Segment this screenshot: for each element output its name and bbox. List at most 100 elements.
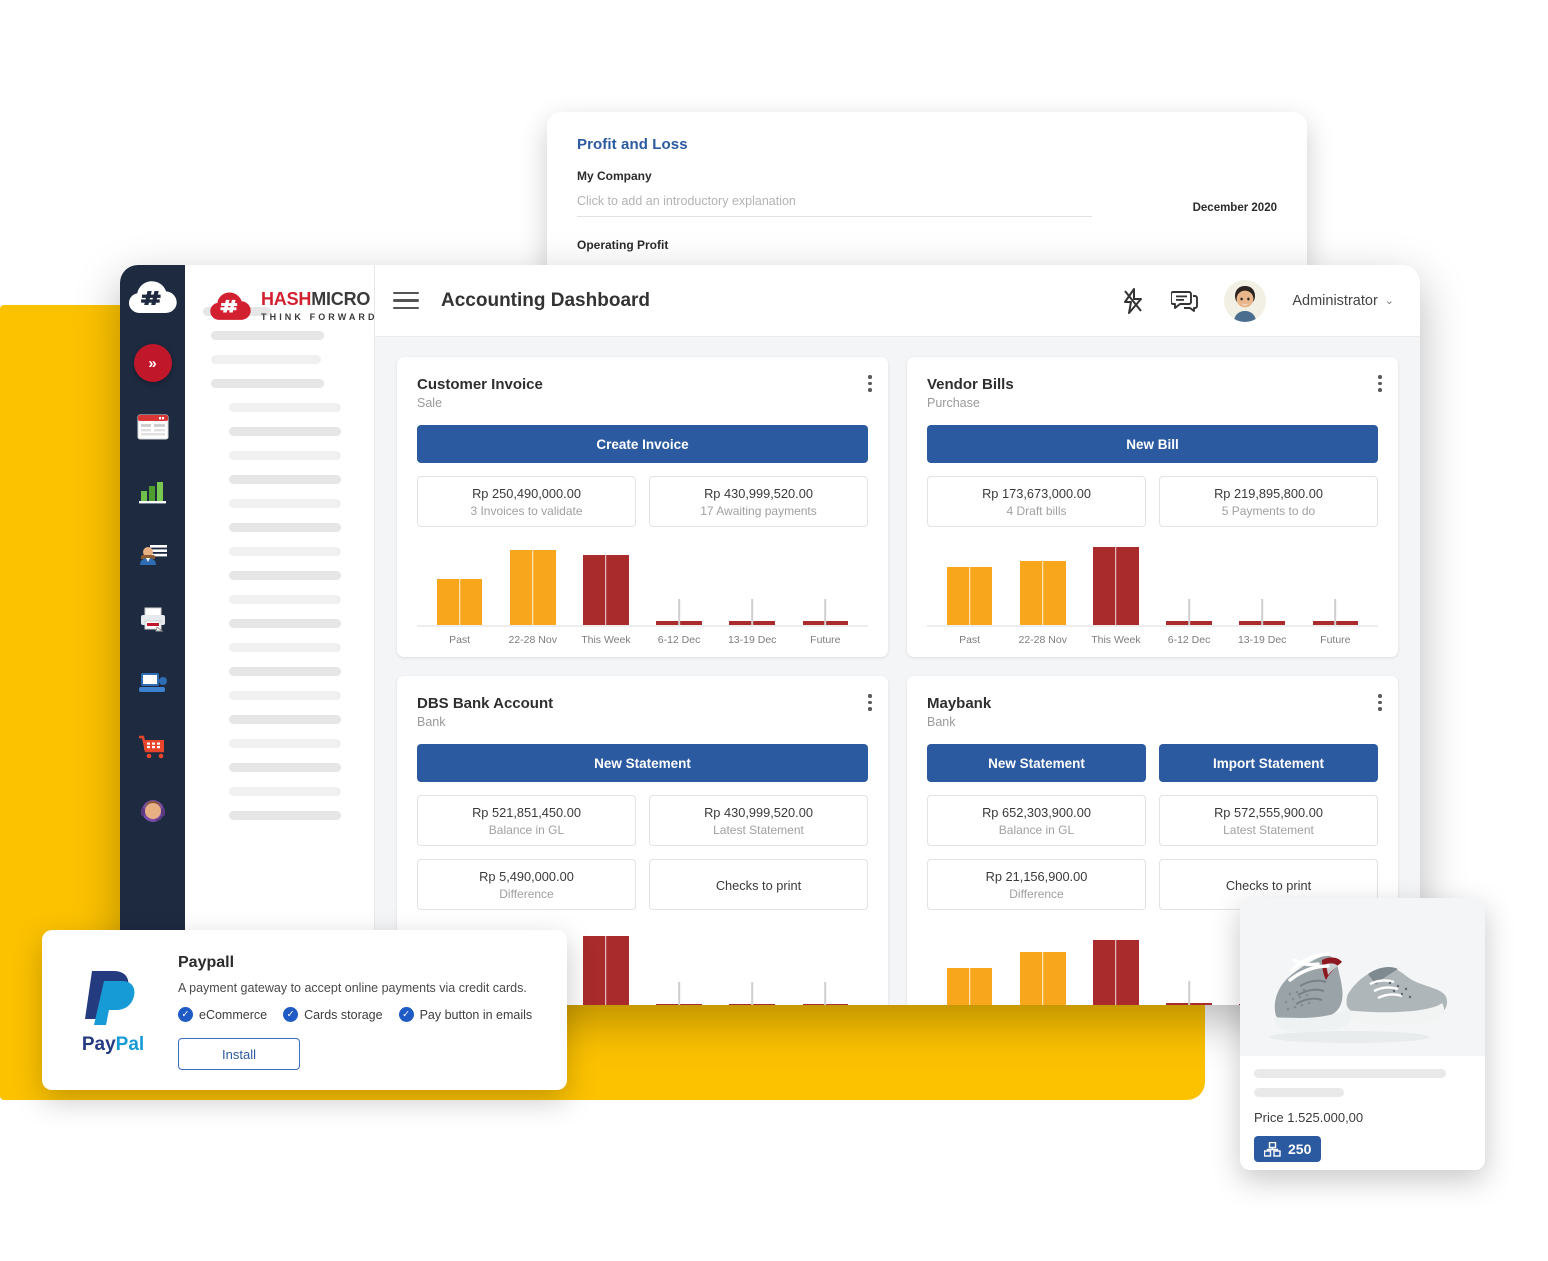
- chart-bar: [1093, 533, 1139, 625]
- stat-tile[interactable]: Rp 173,673,000.00 4 Draft bills: [927, 476, 1146, 527]
- paypal-wordmark-pal: Pal: [115, 1033, 145, 1055]
- chart-bar-slot: [792, 547, 859, 625]
- card-actions: New Bill: [927, 425, 1378, 463]
- new-statement-button[interactable]: New Statement: [927, 744, 1146, 782]
- brand-name: HASHMICRO: [261, 289, 371, 309]
- chart-bar-tick: [968, 553, 971, 625]
- chart-bar: [1166, 981, 1212, 1005]
- card-title: Maybank: [927, 695, 992, 712]
- chart-x-tick-label: 6-12 Dec: [1167, 634, 1211, 646]
- sidebar-item-news[interactable]: [133, 407, 173, 447]
- profit-loss-intro-field[interactable]: Click to add an introductory explanation: [577, 194, 1092, 217]
- card-title: DBS Bank Account: [417, 695, 554, 712]
- chart-bar-tick: [1188, 599, 1190, 625]
- sidebar-item-printer[interactable]: [133, 599, 173, 639]
- sidebar-item-contacts[interactable]: [133, 535, 173, 575]
- card-menu-icon[interactable]: [1378, 694, 1382, 711]
- expand-chevrons-icon[interactable]: »: [133, 344, 172, 382]
- chart-bar-slot: [1009, 930, 1076, 1005]
- card-menu-icon[interactable]: [868, 694, 872, 711]
- stat-tile[interactable]: Rp 250,490,000.00 3 Invoices to validate: [417, 476, 636, 527]
- chart-bar-slot: [572, 541, 639, 625]
- chart-customer-invoice: Past 22-28 Nov This Week 6-12 Dec 13-19 Dec F…: [417, 536, 868, 649]
- stat-value: Rp 430,999,520.00: [704, 486, 813, 501]
- product-meta-skeleton: [1254, 1088, 1344, 1097]
- feature-label: eCommerce: [199, 1007, 268, 1022]
- paypal-logo: PayPal: [66, 950, 160, 1070]
- chart-bar-slot: [936, 930, 1003, 1005]
- product-name-skeleton: [1254, 1069, 1446, 1078]
- skeleton-line: [229, 403, 341, 412]
- chart-bar: [656, 599, 702, 625]
- new-bill-button[interactable]: New Bill: [927, 425, 1378, 463]
- stat-label: 3 Invoices to validate: [470, 504, 583, 518]
- chart-bar-tick: [1261, 599, 1263, 625]
- stat-value: Checks to print: [1225, 877, 1312, 893]
- chart-bar: [729, 599, 776, 625]
- import-statement-button[interactable]: Import Statement: [1159, 744, 1378, 782]
- chevron-down-icon[interactable]: ⌄: [1385, 294, 1394, 307]
- stat-tile[interactable]: Rp 430,999,520.00 Latest Statement: [649, 795, 868, 846]
- skeleton-line: [211, 331, 324, 340]
- card-subtitle: Bank: [927, 715, 956, 729]
- chart-bar: [802, 982, 849, 1005]
- chart-bar-tick: [458, 565, 461, 625]
- stat-tile[interactable]: Rp 430,999,520.00 17 Awaiting payments: [649, 476, 868, 527]
- install-button[interactable]: Install: [178, 1038, 300, 1070]
- new-statement-button[interactable]: New Statement: [417, 744, 868, 782]
- stat-tile[interactable]: Rp 652,303,900.00 Balance in GL: [927, 795, 1146, 846]
- paypal-details: Paypall A payment gateway to accept onli…: [178, 950, 543, 1070]
- app-icon-rail: »: [120, 265, 185, 1005]
- sidebar-item-reports[interactable]: [133, 471, 173, 511]
- sidebar-item-sales[interactable]: [133, 727, 173, 767]
- paypal-wordmark-pay: Pay: [81, 1033, 116, 1055]
- stat-tile[interactable]: Rp 521,851,450.00 Balance in GL: [417, 795, 636, 846]
- product-card[interactable]: Price 1.525.000,00 250: [1240, 898, 1485, 1170]
- sidebar-item-pos[interactable]: [133, 663, 173, 703]
- stat-label: Difference: [1009, 887, 1064, 901]
- chat-icon[interactable]: [1171, 289, 1199, 313]
- stat-tile[interactable]: Rp 219,895,800.00 5 Payments to do: [1159, 476, 1378, 527]
- product-quantity-badge[interactable]: 250: [1254, 1136, 1322, 1162]
- skeleton-line: [229, 499, 341, 508]
- product-image: [1240, 898, 1485, 1056]
- avatar[interactable]: [1224, 279, 1267, 322]
- stat-tile[interactable]: Rp 572,555,900.00 Latest Statement: [1159, 795, 1378, 846]
- chart-x-tick-label: 22-28 Nov: [1018, 634, 1067, 646]
- stat-tile[interactable]: Rp 5,490,000.00 Difference: [417, 859, 636, 910]
- chart-bar-slot: [645, 547, 712, 625]
- lightning-icon[interactable]: [1121, 287, 1145, 314]
- hamburger-menu-icon[interactable]: [393, 291, 419, 310]
- brand-tagline: THINK FORWARD: [261, 312, 378, 322]
- card-menu-icon[interactable]: [868, 375, 872, 392]
- chart-x-tick-label: 13-19 Dec: [727, 634, 777, 646]
- chart-bar-slot: [426, 547, 493, 625]
- chart-bar-slot: [719, 930, 786, 1005]
- chart-bar-slot: [792, 930, 859, 1005]
- skeleton-line: [229, 451, 341, 460]
- chart-bar: [583, 541, 629, 625]
- chart-x-tick-label: Past: [449, 634, 471, 646]
- stat-value: Rp 21,156,900.00: [985, 869, 1088, 884]
- stat-value: Rp 572,555,900.00: [1214, 805, 1323, 820]
- paypal-app-card: PayPal Paypall A payment gateway to acce…: [42, 930, 567, 1090]
- sidebar-item-expand[interactable]: »: [133, 343, 173, 383]
- sidebar-item-support[interactable]: [133, 791, 173, 831]
- feature-item: ✓ eCommerce: [178, 1007, 267, 1022]
- stat-tile[interactable]: Rp 21,156,900.00 Difference: [927, 859, 1146, 910]
- card-menu-icon[interactable]: [1378, 375, 1382, 392]
- news-browser-icon: [137, 414, 168, 440]
- user-menu[interactable]: Administrator ⌄: [1292, 293, 1394, 309]
- checks-to-print-tile[interactable]: Checks to print: [649, 859, 868, 910]
- create-invoice-button[interactable]: Create Invoice: [417, 425, 868, 463]
- chart-x-labels: Past 22-28 Nov This Week 6-12 Dec 13-19 Dec F…: [927, 634, 1378, 646]
- card-actions: Create Invoice: [417, 425, 868, 463]
- chart-bar-tick: [1188, 981, 1190, 1005]
- skeleton-line: [229, 427, 341, 436]
- card-stats: Rp 250,490,000.00 3 Invoices to validate…: [417, 476, 868, 527]
- chart-bar-tick: [605, 541, 607, 625]
- paypal-features: ✓ eCommerce ✓ Cards storage ✓ Pay button…: [178, 1007, 543, 1022]
- shopping-cart-icon: [138, 735, 164, 759]
- paypal-title: Paypall: [178, 954, 235, 971]
- stock-boxes-icon: [1264, 1141, 1281, 1157]
